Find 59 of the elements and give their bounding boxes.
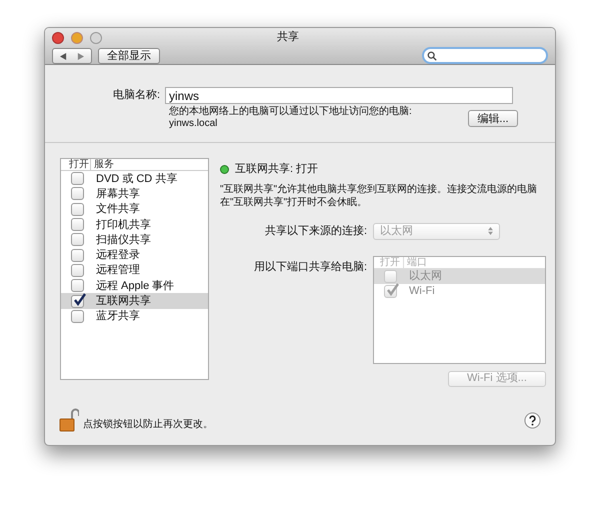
search-field[interactable] <box>422 47 548 64</box>
checkbox[interactable] <box>71 233 84 246</box>
service-name: 远程登录 <box>96 248 140 262</box>
service-name: 互联网共享 <box>96 294 151 308</box>
back-forward-control[interactable] <box>52 48 92 64</box>
checkbox[interactable] <box>71 294 84 308</box>
computer-name-label: 电脑名称: <box>112 88 161 104</box>
service-row[interactable]: 远程 Apple 事件 <box>61 278 208 294</box>
service-name: 远程管理 <box>96 263 140 278</box>
service-name: DVD 或 CD 共享 <box>96 172 178 186</box>
share-from-label: 共享以下来源的连接: <box>264 224 367 239</box>
service-row[interactable]: 蓝牙共享 <box>61 308 208 324</box>
service-row[interactable]: 文件共享 <box>61 202 208 217</box>
description-text: "互联网共享"允许其他电脑共享您到互联网的连接。连接交流电源的电脑在"互联网共享"打开时不会休眠。 <box>220 182 538 208</box>
search-icon <box>427 50 437 60</box>
service-row[interactable]: 打印机共享 <box>61 216 208 232</box>
checkbox[interactable] <box>71 187 84 200</box>
forward-arrow-icon[interactable] <box>77 52 84 60</box>
checkmark-icon <box>73 292 87 307</box>
service-row[interactable]: 屏幕共享 <box>61 186 208 202</box>
edit-button[interactable]: 编辑... <box>468 110 518 127</box>
window-title: 共享 <box>277 31 299 44</box>
minimize-button[interactable] <box>71 32 83 44</box>
back-arrow-icon[interactable] <box>60 52 67 60</box>
computer-name-field[interactable]: yinws <box>165 87 513 104</box>
service-row[interactable]: 扫描仪共享 <box>61 232 208 248</box>
column-header[interactable]: 服务 <box>91 159 114 170</box>
checkbox[interactable] <box>71 264 84 277</box>
share-to-label: 用以下端口共享给电脑: <box>252 260 367 274</box>
service-name: 蓝牙共享 <box>96 309 140 324</box>
checkbox[interactable] <box>71 172 84 186</box>
service-row[interactable]: 互联网共享 <box>61 293 208 309</box>
service-name: 扫描仪共享 <box>96 232 151 247</box>
status-text: 互联网共享: 打开 <box>235 162 318 177</box>
help-icon[interactable] <box>524 412 541 428</box>
service-row[interactable]: DVD 或 CD 共享 <box>61 171 208 186</box>
checkmark-icon <box>386 282 400 296</box>
service-row[interactable]: 远程管理 <box>61 262 208 278</box>
column-header[interactable]: 打开 <box>61 159 91 170</box>
port-name: 以太网 <box>409 268 442 284</box>
checkbox[interactable] <box>71 218 84 232</box>
address-text: yinws.local <box>169 118 218 130</box>
service-name: 屏幕共享 <box>96 186 140 201</box>
address-hint: 您的本地网络上的电脑可以通过以下地址访问您的电脑: <box>169 106 413 118</box>
close-button[interactable] <box>52 32 64 44</box>
dropdown-arrows-icon <box>488 227 493 235</box>
checkbox[interactable] <box>71 248 84 262</box>
show-all-button[interactable]: 全部显示 <box>98 48 160 64</box>
service-name: 文件共享 <box>96 202 140 216</box>
checkbox[interactable] <box>71 202 84 216</box>
port-name: Wi-Fi <box>409 284 435 299</box>
service-name: 打印机共享 <box>96 218 151 232</box>
lock-hint: 点按锁按钮以防止再次更改。 <box>83 418 213 432</box>
zoom-button[interactable] <box>90 32 102 44</box>
service-row[interactable]: 远程登录 <box>61 247 208 263</box>
checkbox[interactable] <box>71 279 84 292</box>
service-name: 远程 Apple 事件 <box>96 278 174 293</box>
open-lock-icon[interactable] <box>59 408 79 432</box>
checkbox[interactable] <box>71 310 84 323</box>
